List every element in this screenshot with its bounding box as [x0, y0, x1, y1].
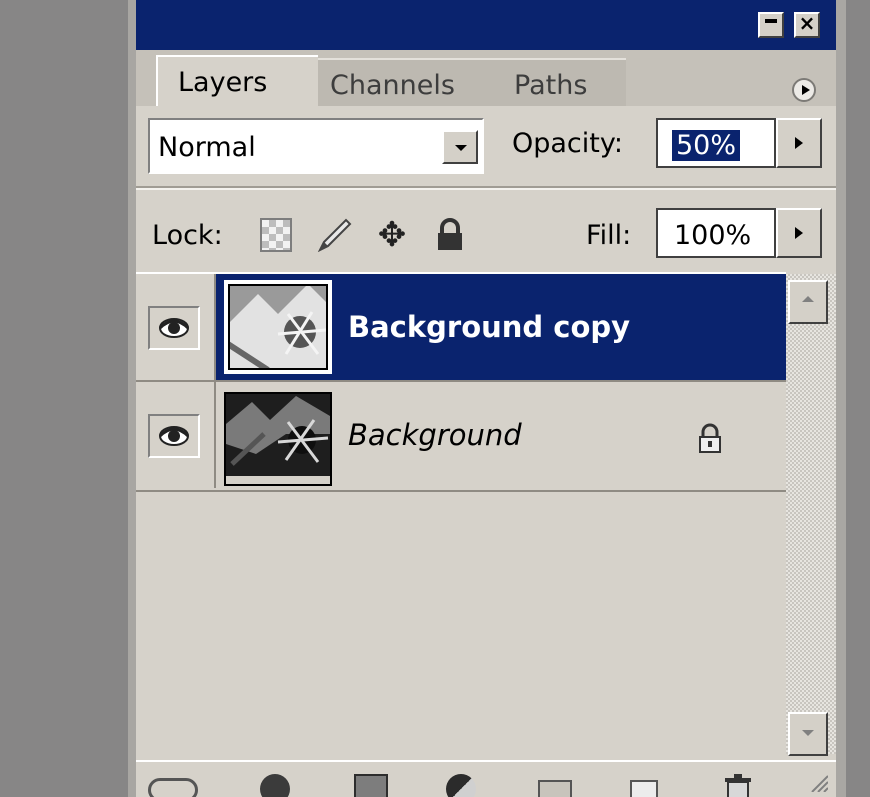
layer-style-icon[interactable]	[260, 774, 290, 797]
tab-layers[interactable]: Layers	[156, 55, 318, 106]
layers-palette: × Paths Channels Layers Normal Opacity: …	[136, 0, 836, 797]
close-button[interactable]: ×	[794, 11, 820, 38]
layer-row[interactable]: Background copy	[136, 274, 786, 380]
lock-image-icon[interactable]	[314, 218, 354, 253]
window-border-left	[128, 0, 136, 797]
divider-highlight	[136, 188, 836, 190]
adjustment-layer-icon[interactable]	[446, 774, 476, 797]
bottom-toolbar	[136, 760, 836, 797]
tab-channels[interactable]: Channels	[318, 58, 496, 106]
tab-paths-label: Paths	[514, 70, 588, 101]
fill-input[interactable]: 100%	[656, 208, 776, 258]
background-area-left	[0, 0, 128, 797]
lock-transparent-icon[interactable]	[260, 218, 292, 252]
opacity-input[interactable]: 50%	[656, 118, 776, 168]
chevron-down-icon[interactable]	[442, 130, 478, 164]
trash-icon[interactable]	[722, 774, 754, 797]
visibility-toggle[interactable]	[136, 274, 214, 380]
fill-value: 100%	[674, 220, 752, 251]
scroll-down-button[interactable]	[788, 712, 828, 756]
new-layer-icon[interactable]	[630, 780, 658, 797]
palette-menu-button[interactable]	[792, 78, 816, 102]
eye-icon[interactable]	[148, 414, 200, 458]
link-layers-icon[interactable]	[148, 778, 198, 797]
minimize-icon	[765, 19, 777, 23]
layer-thumbnail	[224, 280, 332, 374]
layer-item-selected[interactable]: Background copy	[216, 274, 786, 380]
lock-label: Lock:	[152, 220, 223, 251]
blend-mode-select[interactable]: Normal	[148, 118, 484, 174]
tab-strip: Paths Channels Layers	[136, 50, 836, 106]
lock-all-icon[interactable]	[432, 218, 468, 252]
opacity-label: Opacity:	[512, 128, 623, 159]
layer-thumbnail	[224, 392, 332, 486]
palette-titlebar[interactable]: ×	[136, 0, 836, 50]
layer-name[interactable]: Background copy	[348, 310, 630, 344]
lock-position-icon[interactable]: ✥	[372, 218, 412, 252]
opacity-value: 50%	[672, 130, 741, 161]
tab-paths[interactable]: Paths	[496, 58, 626, 106]
resize-grip-icon[interactable]	[808, 772, 829, 793]
layer-row[interactable]: Background	[136, 382, 786, 488]
row-divider	[136, 490, 786, 492]
window-border-right	[836, 0, 846, 797]
vertical-scrollbar[interactable]	[786, 274, 836, 754]
new-group-icon[interactable]	[538, 780, 572, 797]
tab-layers-label: Layers	[178, 67, 268, 98]
layer-mask-icon[interactable]	[354, 774, 388, 797]
layer-item[interactable]: Background	[216, 382, 786, 488]
layer-name[interactable]: Background	[348, 418, 522, 452]
background-area-right	[846, 0, 870, 797]
eye-icon[interactable]	[148, 306, 200, 350]
opacity-slider-button[interactable]	[776, 118, 822, 168]
scroll-up-button[interactable]	[788, 280, 828, 324]
visibility-toggle[interactable]	[136, 382, 214, 488]
lock-icon	[694, 422, 726, 454]
minimize-button[interactable]	[758, 12, 784, 38]
close-icon: ×	[798, 11, 816, 35]
blend-mode-value: Normal	[158, 132, 256, 163]
tab-channels-label: Channels	[330, 70, 455, 101]
fill-slider-button[interactable]	[776, 208, 822, 258]
fill-label: Fill:	[586, 220, 632, 251]
